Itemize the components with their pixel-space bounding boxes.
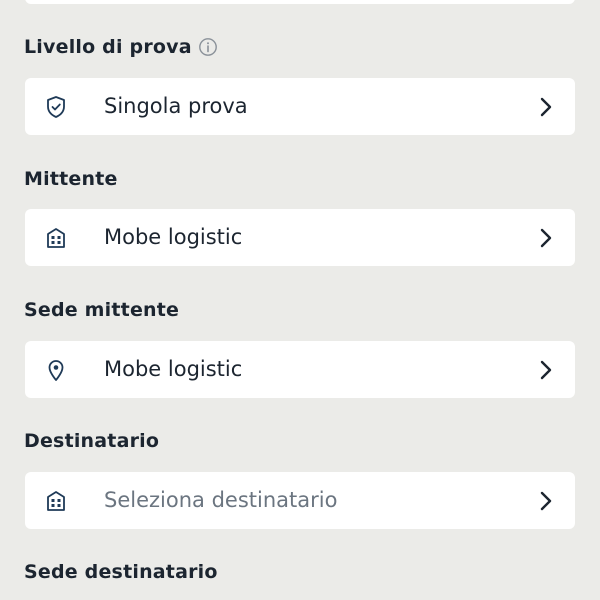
building-icon — [47, 491, 65, 511]
building-icon — [47, 228, 65, 248]
section-label-mittente: Mittente — [24, 168, 118, 190]
destinatario-placeholder: Seleziona destinatario — [104, 488, 338, 512]
livello-di-prova-selector[interactable]: Singola prova — [25, 78, 575, 135]
sede-mittente-selector[interactable]: Mobe logistic — [25, 341, 575, 398]
sede-mittente-value: Mobe logistic — [104, 357, 243, 381]
location-pin-icon — [48, 360, 64, 381]
shield-check-icon — [47, 96, 65, 118]
previous-field-card[interactable] — [25, 0, 575, 4]
section-label-destinatario: Destinatario — [24, 430, 160, 452]
chevron-right-icon — [540, 97, 552, 117]
info-icon[interactable] — [198, 37, 218, 57]
section-label-sede-destinatario: Sede destinatario — [24, 561, 218, 583]
chevron-right-icon — [540, 491, 552, 511]
section-label-livello-di-prova: Livello di prova — [24, 36, 192, 58]
destinatario-selector[interactable]: Seleziona destinatario — [25, 472, 575, 529]
section-label-sede-mittente: Sede mittente — [24, 299, 180, 321]
chevron-right-icon — [540, 360, 552, 380]
mittente-selector[interactable]: Mobe logistic — [25, 209, 575, 266]
livello-di-prova-value: Singola prova — [104, 94, 248, 118]
mittente-value: Mobe logistic — [104, 225, 243, 249]
chevron-right-icon — [540, 228, 552, 248]
